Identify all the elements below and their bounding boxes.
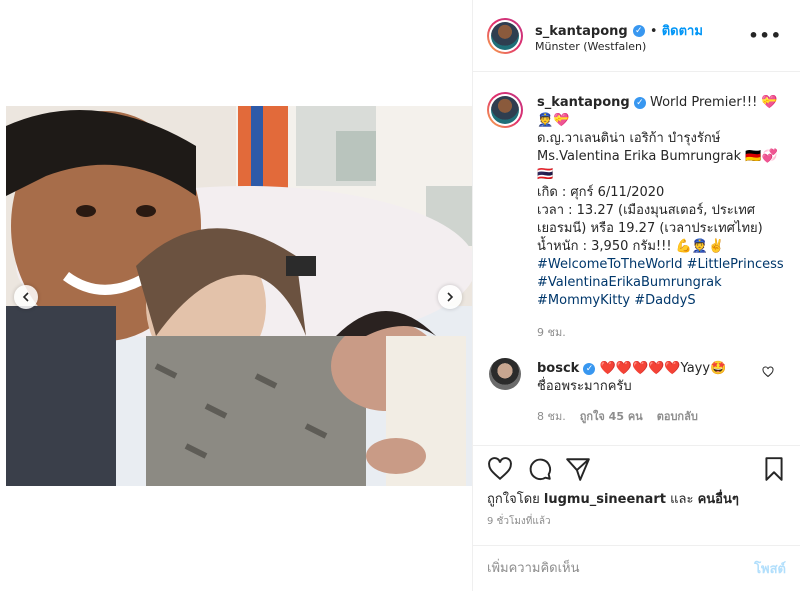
post-actions: ถูกใจโดย lugmu_sineenart และ คนอื่นๆ 9 ช… [473,445,800,545]
photo-illustration [6,106,472,486]
bookmark-icon[interactable] [761,456,787,482]
hashtag-link[interactable]: #MommyKitty [537,293,630,308]
separator-dot: • [649,24,662,39]
post-location[interactable]: Münster (Westfalen) [535,40,646,53]
add-comment-bar: โพสต์ [473,545,800,591]
caption-line: เวลา : 13.27 (เมืองมุนสเตอร์, ประเทศเยอร… [537,203,763,236]
comment-meta: 8 ชม. ถูกใจ 45 คน ตอบกลับ [537,408,757,426]
comment-item: bosck ✓ ❤️❤️❤️❤️❤️Yayy🤩 ชื่ออพระมากครับ … [537,360,757,426]
liked-by-line: ถูกใจโดย lugmu_sineenart และ คนอื่นๆ [487,488,739,509]
caption-line: Ms.Valentina Erika Bumrungrak 🇩🇪💞 [537,149,778,164]
hashtag-link[interactable]: #WelcomeToTheWorld [537,257,682,272]
liked-by-user[interactable]: lugmu_sineenart [544,492,666,507]
post-header: s_kantapong ✓ • ติดตาม Münster (Westfale… [473,0,800,72]
liked-by-middle: และ [670,492,694,507]
comments-section[interactable]: s_kantapong ✓ World Premier!!! 💝 👮💝 ด.ญ.… [473,72,800,445]
comment-text: ชื่ออพระมากครับ [537,379,632,394]
reply-button[interactable]: ตอบกลับ [657,410,698,423]
share-paper-plane-icon[interactable] [565,456,591,482]
avatar-image [491,22,519,50]
next-photo-button[interactable] [438,285,462,309]
instagram-post-modal: s_kantapong ✓ • ติดตาม Münster (Westfale… [0,0,800,591]
caption-timestamp[interactable]: 9 ชม. [537,324,787,342]
author-avatar[interactable] [487,18,523,54]
avatar-image [491,96,519,124]
commenter-avatar[interactable] [489,358,521,390]
commenter-username[interactable]: bosck [537,361,579,376]
caption-line: ด.ญ.วาเลนติน่า เอริก้า บำรุงรักษ์ [537,131,721,146]
post-timeago[interactable]: 9 ชั่วโมงที่แล้ว [487,514,551,529]
comment-likes[interactable]: ถูกใจ 45 คน [580,410,643,423]
chevron-right-icon [447,292,454,302]
follow-button[interactable]: ติดตาม [662,24,703,39]
hashtag-link[interactable]: #DaddyS [634,293,695,308]
verified-badge-icon: ✓ [583,362,596,375]
comment-input[interactable] [487,554,727,582]
caption-line: 👮💝 [537,113,570,128]
comment-timestamp[interactable]: 8 ชม. [537,410,566,423]
caption-avatar[interactable] [487,92,523,128]
caption-block: s_kantapong ✓ World Premier!!! 💝 👮💝 ด.ญ.… [537,94,787,342]
comment-bubble-icon[interactable] [527,456,553,482]
verified-badge-icon: ✓ [633,96,646,109]
post-comment-button[interactable]: โพสต์ [754,558,786,579]
verified-badge-icon: ✓ [632,24,645,37]
author-username[interactable]: s_kantapong [535,24,628,39]
more-options-button[interactable]: ••• [748,26,782,45]
hashtag-link[interactable]: #LittlePrincess [687,257,784,272]
header-user-line: s_kantapong ✓ • ติดตาม [535,20,703,41]
comment-like-heart-icon[interactable] [762,366,774,378]
caption-line: World Premier!!! 💝 [649,95,778,110]
previous-photo-button[interactable] [14,285,38,309]
caption-line: 🇹🇭 [537,167,554,182]
post-media-area [0,0,473,591]
caption-line: เกิด : ศุกร์ 6/11/2020 [537,185,665,200]
chevron-left-icon [22,292,29,302]
post-photo [6,106,472,486]
post-detail-panel: s_kantapong ✓ • ติดตาม Münster (Westfale… [473,0,800,591]
like-heart-icon[interactable] [487,456,513,482]
caption-username[interactable]: s_kantapong [537,95,630,110]
comment-text: ❤️❤️❤️❤️❤️Yayy🤩 [599,361,727,376]
liked-by-others[interactable]: คนอื่นๆ [698,492,739,507]
liked-by-prefix: ถูกใจโดย [487,492,540,507]
caption-line: น้ำหนัก : 3,950 กรัม!!! 💪👮✌️ [537,239,725,254]
hashtag-link[interactable]: #ValentinaErikaBumrungrak [537,275,722,290]
